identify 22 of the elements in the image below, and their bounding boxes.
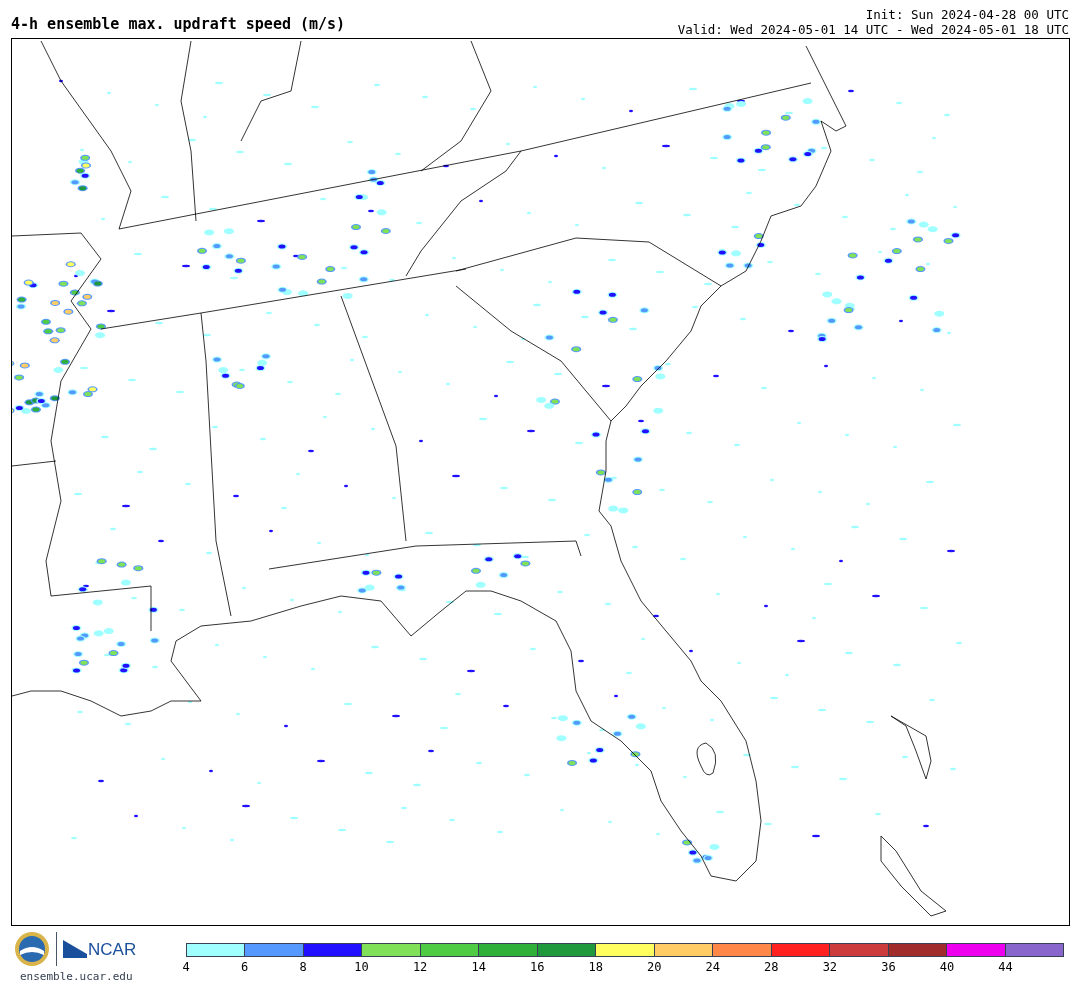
- tick-label: 12: [412, 961, 428, 973]
- tick-label: 44: [998, 961, 1013, 973]
- init-time: Init: Sun 2024-04-28 00 UTC: [865, 7, 1069, 22]
- valid-time: Valid: Wed 2024-05-01 14 UTC - Wed 2024-05-01 18 UTC: [677, 22, 1069, 37]
- ncar-logo-icon: [63, 940, 87, 958]
- tick-label: 40: [939, 961, 955, 973]
- chart-title: 4-h ensemble max. updraft speed (m/s): [11, 17, 346, 35]
- tick-label: 36: [881, 961, 896, 973]
- tick-label: 6: [240, 961, 249, 973]
- tick-label: 18: [588, 961, 603, 973]
- tick-label: 32: [822, 961, 838, 973]
- tick-label: 8: [299, 961, 307, 973]
- tick-label: 20: [647, 961, 662, 973]
- site-url: ensemble.ucar.edu: [19, 969, 133, 985]
- tick-label: 28: [764, 961, 779, 973]
- tick-label: 10: [354, 961, 369, 973]
- nsf-logo-icon: [14, 931, 50, 967]
- tick-label: 16: [529, 961, 545, 973]
- tick-label: 24: [705, 961, 720, 973]
- logo-text: NCAR: [88, 941, 137, 958]
- tick-label: 4: [182, 961, 190, 973]
- tick-label: 14: [471, 961, 486, 973]
